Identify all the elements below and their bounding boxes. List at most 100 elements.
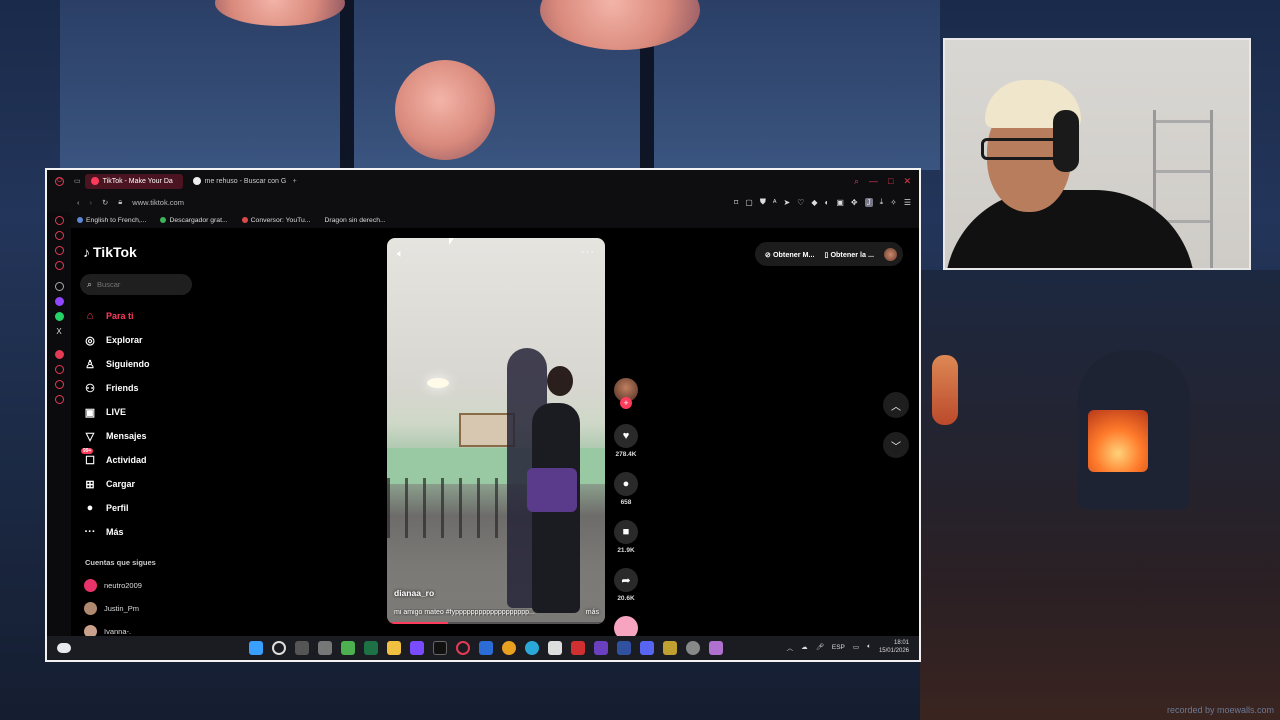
task-view-icon[interactable] bbox=[295, 641, 309, 655]
extension-icon[interactable]: ◐ bbox=[824, 198, 829, 207]
search-input[interactable] bbox=[97, 280, 178, 289]
sidebar-music-icon[interactable] bbox=[54, 350, 64, 359]
menu-icon[interactable]: ☰ bbox=[904, 198, 911, 207]
app-icon[interactable] bbox=[686, 641, 700, 655]
comment-button[interactable]: ● bbox=[614, 472, 638, 496]
more-options-icon[interactable]: ··· bbox=[581, 246, 595, 258]
volume-icon[interactable]: 🔈︎ bbox=[397, 248, 404, 261]
sidebar-aria-icon[interactable] bbox=[54, 216, 64, 225]
get-desktop-button[interactable]: ▯ Obtener la ... bbox=[825, 250, 875, 259]
nav-item-live[interactable]: ▣ LIVE bbox=[83, 400, 193, 424]
forward-icon[interactable]: › bbox=[90, 198, 93, 207]
edge-icon[interactable] bbox=[525, 641, 539, 655]
app-icon[interactable] bbox=[663, 641, 677, 655]
reload-icon[interactable]: ↻ bbox=[102, 198, 108, 207]
nav-item-más[interactable]: ··· Más bbox=[83, 520, 193, 544]
app-icon[interactable] bbox=[479, 641, 493, 655]
send-icon[interactable]: ➤ bbox=[783, 198, 790, 207]
nav-item-friends[interactable]: ⚇ Friends bbox=[83, 376, 193, 400]
bookmark-item[interactable]: Conversor: YouTu... bbox=[241, 217, 310, 224]
creator-avatar[interactable]: + bbox=[614, 378, 638, 409]
nav-item-cargar[interactable]: ⊞ Cargar bbox=[83, 472, 193, 496]
bookmark-item[interactable]: Dragon sin derech... bbox=[324, 217, 385, 224]
x-icon[interactable] bbox=[433, 641, 447, 655]
bookmark-item[interactable]: English to French,... bbox=[77, 217, 146, 224]
back-icon[interactable]: ‹ bbox=[77, 198, 80, 207]
sidebar-x-icon[interactable]: X bbox=[56, 327, 61, 336]
sidebar-pin-icon[interactable] bbox=[54, 380, 64, 389]
sidebar-workspace-icon[interactable] bbox=[54, 246, 64, 255]
nav-item-mensajes[interactable]: ▽ Mensajes bbox=[83, 424, 193, 448]
search-box[interactable]: ⌕ bbox=[80, 274, 192, 295]
video-player[interactable]: 🔈︎ ··· dianaa_ro mi amigo mateo #fyppppp… bbox=[387, 238, 605, 624]
sidebar-workspace-icon[interactable] bbox=[54, 261, 64, 270]
snapshot-icon[interactable]: ▢ bbox=[745, 198, 753, 207]
sidebar-settings-icon[interactable] bbox=[54, 282, 64, 291]
opera-logo-icon[interactable]: O bbox=[55, 176, 64, 186]
extension-icon[interactable]: ▣ bbox=[836, 198, 844, 207]
bookmark-item[interactable]: Descargador grat... bbox=[160, 217, 228, 224]
caption-more-link[interactable]: más bbox=[586, 609, 599, 616]
network-icon[interactable]: ▭ bbox=[853, 643, 859, 651]
clock[interactable]: 18:01 15/01/2026 bbox=[879, 639, 909, 655]
sidebar-workspace-icon[interactable] bbox=[54, 231, 64, 240]
follow-plus-icon[interactable]: + bbox=[620, 397, 632, 409]
next-video-button[interactable]: ﹀ bbox=[883, 432, 909, 458]
tiktok-logo[interactable]: ♪ TikTok bbox=[83, 244, 137, 260]
microphone-icon[interactable]: 🎤︎ bbox=[816, 643, 824, 651]
sidebar-settings-icon[interactable] bbox=[54, 395, 64, 404]
shield-icon[interactable]: ⛊ bbox=[760, 197, 766, 207]
download-icon[interactable]: ⤓ bbox=[880, 197, 884, 207]
tray-overflow-icon[interactable]: ︿ bbox=[787, 642, 794, 652]
tab-search[interactable]: me rehuso - Buscar con G bbox=[187, 174, 287, 189]
app-icon[interactable] bbox=[594, 641, 608, 655]
file-explorer-icon[interactable] bbox=[387, 641, 401, 655]
start-icon[interactable] bbox=[249, 641, 263, 655]
puzzle-icon[interactable]: ✥ bbox=[851, 198, 858, 207]
ai-icon[interactable]: ✧ bbox=[890, 198, 897, 207]
profile-icon[interactable]: J bbox=[864, 197, 873, 207]
app-icon[interactable] bbox=[410, 641, 424, 655]
volume-icon[interactable]: 🔈︎ bbox=[867, 643, 871, 651]
app-icon[interactable] bbox=[617, 641, 631, 655]
maximize-icon[interactable]: □ bbox=[888, 176, 893, 187]
url-field[interactable]: www.tiktok.com bbox=[132, 198, 184, 207]
onedrive-icon[interactable]: ☁ bbox=[801, 643, 808, 651]
nav-item-actividad[interactable]: ☐ 99+ Actividad bbox=[81, 448, 193, 472]
tab-overview-icon[interactable]: ▭ bbox=[74, 177, 81, 185]
app-icon[interactable] bbox=[571, 641, 585, 655]
store-icon[interactable] bbox=[548, 641, 562, 655]
previous-video-button[interactable]: ︿ bbox=[883, 392, 909, 418]
share-button[interactable]: ➦ bbox=[614, 568, 638, 592]
language-indicator[interactable]: ESP bbox=[832, 644, 845, 651]
following-account[interactable]: neutro2009 bbox=[84, 574, 142, 597]
discord-icon[interactable] bbox=[640, 641, 654, 655]
translate-icon[interactable]: ᴬ bbox=[773, 198, 777, 207]
nav-item-explorar[interactable]: ◎ Explorar bbox=[83, 328, 193, 352]
following-account[interactable]: Justin_Pm bbox=[84, 597, 142, 620]
heart-button[interactable]: ♥ bbox=[614, 424, 638, 448]
extension-icon[interactable]: ◆ bbox=[811, 198, 817, 207]
nav-item-siguiendo[interactable]: ♙ Siguiendo bbox=[83, 352, 193, 376]
opera-icon[interactable] bbox=[456, 641, 470, 655]
app-icon[interactable] bbox=[341, 641, 355, 655]
app-icon[interactable] bbox=[318, 641, 332, 655]
get-app-button[interactable]: ⊘ Obtener M... bbox=[765, 250, 815, 259]
sidebar-twitch-icon[interactable] bbox=[54, 297, 64, 306]
nav-item-para-ti[interactable]: ⌂ Para ti bbox=[83, 304, 193, 328]
app-icon[interactable] bbox=[709, 641, 723, 655]
tab-tiktok[interactable]: TikTok - Make Your Da bbox=[84, 173, 183, 189]
search-icon[interactable] bbox=[272, 641, 286, 655]
excel-icon[interactable] bbox=[364, 641, 378, 655]
bookmark-button[interactable]: ■ bbox=[614, 520, 638, 544]
close-icon[interactable]: ✕ bbox=[903, 176, 911, 187]
nav-item-perfil[interactable]: ● Perfil bbox=[83, 496, 193, 520]
favorite-icon[interactable]: ♡ bbox=[797, 198, 804, 207]
minimize-icon[interactable]: — bbox=[869, 176, 878, 187]
sidebar-whatsapp-icon[interactable] bbox=[54, 312, 64, 321]
chrome-icon[interactable] bbox=[502, 641, 516, 655]
video-progress-bar[interactable] bbox=[387, 622, 605, 624]
search-tabs-icon[interactable]: ⌕ bbox=[854, 176, 859, 187]
video-username[interactable]: dianaa_ro bbox=[394, 588, 434, 598]
sidebar-history-icon[interactable] bbox=[54, 365, 64, 374]
